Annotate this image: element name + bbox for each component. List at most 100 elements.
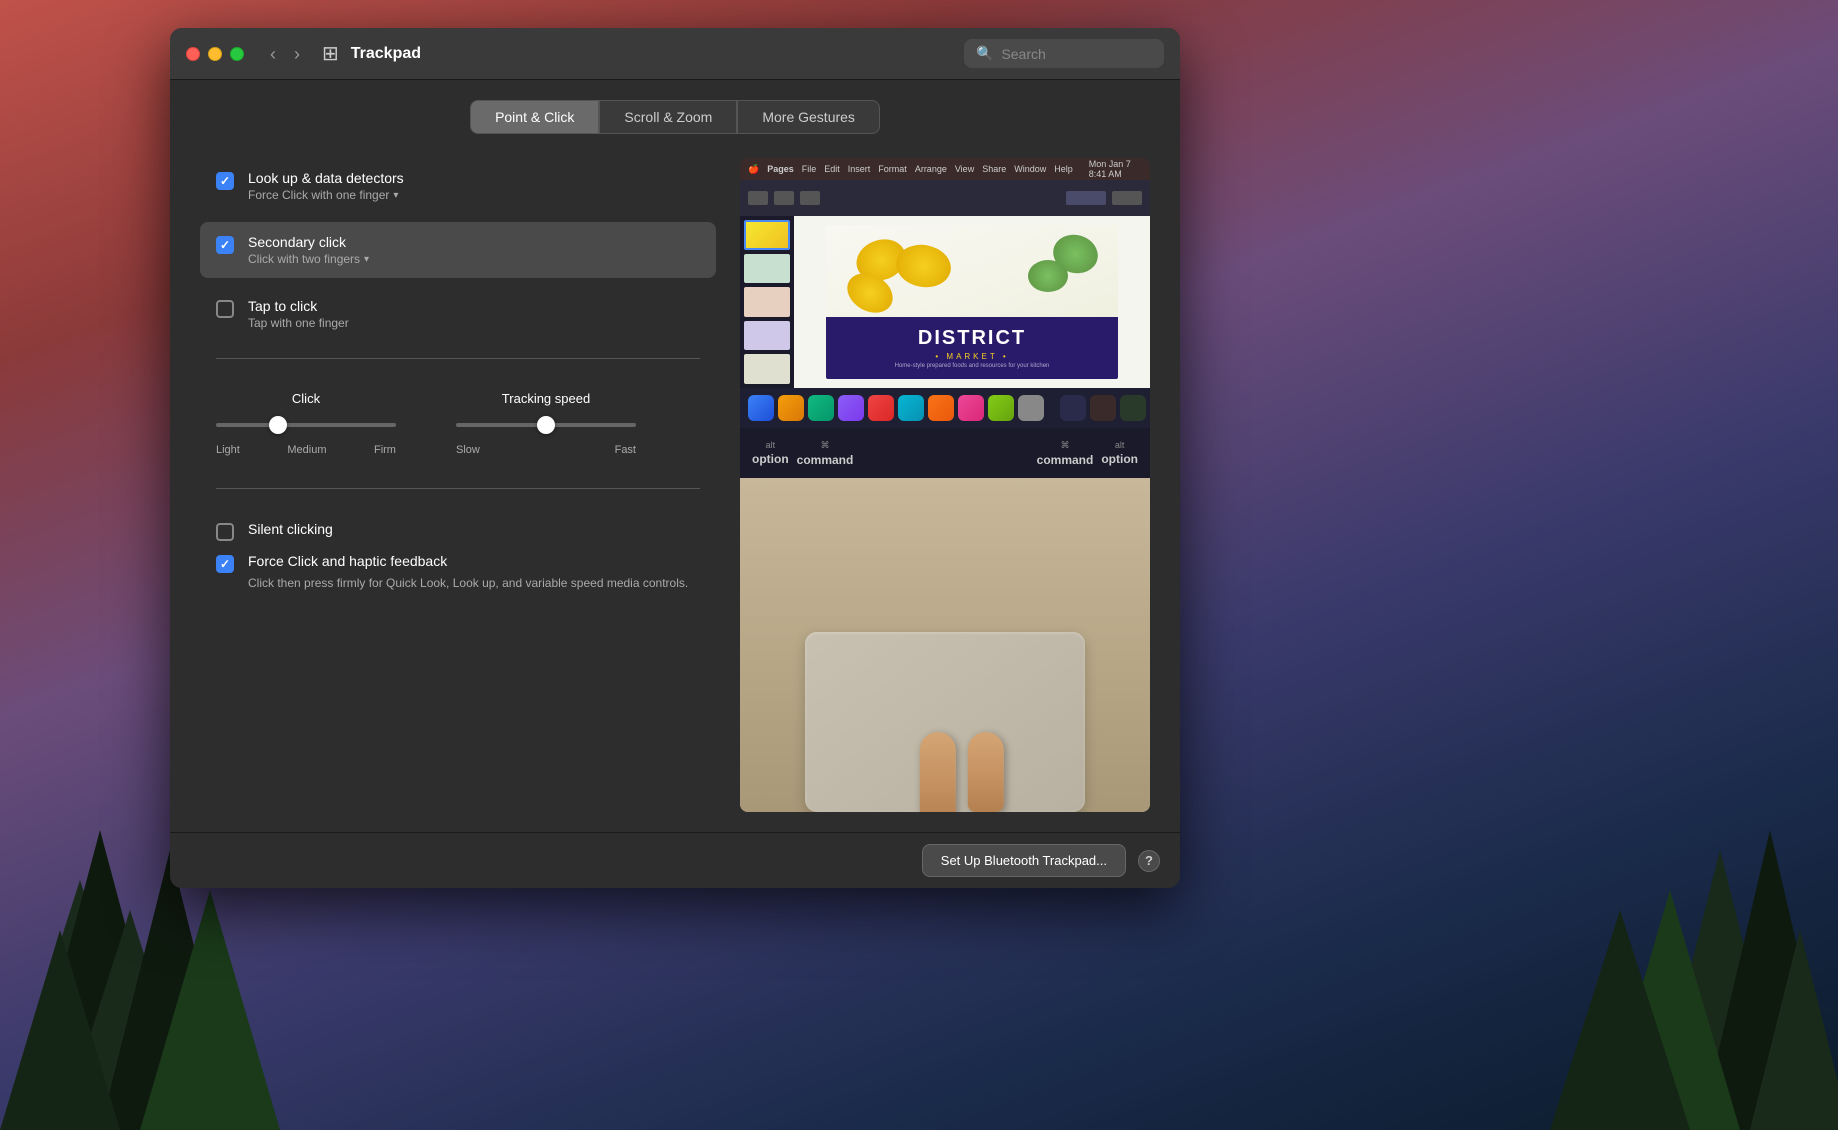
- secondary-click-checkbox[interactable]: [216, 236, 234, 254]
- preview-dock: [740, 388, 1150, 428]
- bottom-settings: Silent clicking Force Click and haptic f…: [200, 505, 716, 608]
- key-alt-right-bottom: option: [1101, 452, 1138, 466]
- silent-clicking-label: Silent clicking: [248, 521, 333, 537]
- poster-title: DISTRICT: [918, 327, 1026, 350]
- preview-main: DISTRICT • MARKET • Home-style prepared …: [794, 216, 1150, 388]
- key-cmd-left-top: ⌘: [821, 440, 830, 451]
- dock-icon-8: [958, 395, 984, 421]
- main-layout: Look up & data detectors Force Click wit…: [200, 158, 1150, 812]
- tab-point-click[interactable]: Point & Click: [470, 100, 599, 134]
- divider-1: [216, 358, 700, 359]
- nav-buttons: ‹ ›: [264, 43, 306, 65]
- setup-bluetooth-button[interactable]: Set Up Bluetooth Trackpad...: [922, 844, 1126, 877]
- force-click-checkbox[interactable]: [216, 555, 234, 573]
- settings-panel: Look up & data detectors Force Click wit…: [200, 158, 716, 812]
- search-icon: 🔍: [976, 45, 993, 62]
- poster-image: [826, 225, 1118, 326]
- preview-screen-area: 🍎 Pages File Edit Insert Format Arrange …: [740, 158, 1150, 428]
- search-bar[interactable]: 🔍: [964, 39, 1164, 68]
- tap-click-checkbox[interactable]: [216, 300, 234, 318]
- poster-bottom: DISTRICT • MARKET • Home-style prepared …: [826, 317, 1118, 379]
- key-cmd-left: ⌘ command: [797, 440, 854, 467]
- click-label-light: Light: [216, 444, 240, 456]
- force-click-text: Force Click and haptic feedback Click th…: [248, 553, 688, 592]
- preview-menu-edit: Edit: [824, 164, 840, 174]
- click-slider-labels: Light Medium Firm: [216, 444, 396, 456]
- help-button[interactable]: ?: [1138, 850, 1160, 872]
- preview-menu-pages: Pages: [767, 164, 794, 174]
- toolbar-share-btn: [1112, 191, 1142, 205]
- preview-thumb-1: [744, 220, 790, 250]
- secondary-click-text: Secondary click Click with two fingers ▾: [248, 234, 369, 266]
- preview-toolbar: [740, 180, 1150, 216]
- tap-click-label: Tap to click: [248, 298, 349, 314]
- preview-body: DISTRICT • MARKET • Home-style prepared …: [740, 216, 1150, 388]
- forward-button[interactable]: ›: [288, 43, 306, 65]
- preview-screen: 🍎 Pages File Edit Insert Format Arrange …: [740, 158, 1150, 428]
- poster-subtitle: • MARKET •: [935, 352, 1008, 361]
- key-cmd-right: ⌘ command: [1037, 440, 1094, 467]
- lookup-text: Look up & data detectors Force Click wit…: [248, 170, 404, 202]
- dock-icon-4: [838, 395, 864, 421]
- silent-clicking-text: Silent clicking: [248, 521, 333, 537]
- dock-icon-1: [748, 395, 774, 421]
- back-button[interactable]: ‹: [264, 43, 282, 65]
- lookup-checkbox[interactable]: [216, 172, 234, 190]
- maximize-button[interactable]: [230, 47, 244, 61]
- tap-click-setting[interactable]: Tap to click Tap with one finger: [200, 286, 716, 342]
- dock-icon-7: [928, 395, 954, 421]
- lookup-setting[interactable]: Look up & data detectors Force Click wit…: [200, 158, 716, 214]
- preview-menu-help: Help: [1054, 164, 1073, 174]
- window-footer: Set Up Bluetooth Trackpad... ?: [170, 832, 1180, 888]
- window-title: Trackpad: [351, 45, 952, 63]
- toolbar-btn-1: [748, 191, 768, 205]
- click-slider-group: Click Light Medium Firm: [216, 391, 396, 456]
- lookup-sublabel: Force Click with one finger ▾: [248, 188, 404, 202]
- toolbar-btn-2: [774, 191, 794, 205]
- silent-clicking-checkbox[interactable]: [216, 523, 234, 541]
- minimize-button[interactable]: [208, 47, 222, 61]
- dock-icon-2: [778, 395, 804, 421]
- preview-menu-apple: 🍎: [748, 164, 759, 175]
- key-cmd-right-bottom: command: [1037, 453, 1094, 467]
- preview-time: Mon Jan 7 8:41 AM: [1089, 159, 1142, 179]
- dock-icon-10: [1018, 395, 1044, 421]
- preview-thumb-5: [744, 354, 790, 384]
- preview-menu-arrange: Arrange: [915, 164, 947, 174]
- click-label-medium: Medium: [287, 444, 326, 456]
- tabs: Point & Click Scroll & Zoom More Gesture…: [200, 100, 1150, 134]
- lookup-label: Look up & data detectors: [248, 170, 404, 186]
- preview-sidebar: [740, 216, 794, 388]
- sliders-section: Click Light Medium Firm Tracking speed: [200, 375, 716, 472]
- poster: DISTRICT • MARKET • Home-style prepared …: [826, 225, 1118, 380]
- search-input[interactable]: [1001, 46, 1141, 62]
- key-alt-right: alt option: [1101, 440, 1138, 466]
- preview-menu-share: Share: [982, 164, 1006, 174]
- click-label-firm: Firm: [374, 444, 396, 456]
- finger-left: [920, 732, 956, 812]
- tracking-slider[interactable]: [456, 423, 636, 427]
- apps-grid-icon[interactable]: ⊞: [322, 41, 339, 66]
- silent-clicking-setting[interactable]: Silent clicking: [216, 521, 700, 541]
- key-cmd-left-bottom: command: [797, 453, 854, 467]
- content-area: Point & Click Scroll & Zoom More Gesture…: [170, 80, 1180, 832]
- click-slider-container: [216, 414, 396, 432]
- dock-icon-6: [898, 395, 924, 421]
- tracking-label-slow: Slow: [456, 444, 480, 456]
- force-click-setting[interactable]: Force Click and haptic feedback Click th…: [216, 553, 700, 592]
- close-button[interactable]: [186, 47, 200, 61]
- lime-2: [1028, 260, 1068, 292]
- click-slider-title: Click: [216, 391, 396, 406]
- poster-tagline: Home-style prepared foods and resources …: [895, 363, 1050, 369]
- secondary-click-setting[interactable]: Secondary click Click with two fingers ▾: [200, 222, 716, 278]
- click-slider[interactable]: [216, 423, 396, 427]
- preview-panel: 🍎 Pages File Edit Insert Format Arrange …: [740, 158, 1150, 812]
- tab-more-gestures[interactable]: More Gestures: [737, 100, 880, 134]
- tracking-slider-labels: Slow Fast: [456, 444, 636, 456]
- hand-on-trackpad: [920, 732, 1004, 812]
- preview-menu-insert: Insert: [848, 164, 871, 174]
- secondary-click-dropdown-arrow: ▾: [364, 254, 369, 265]
- tab-scroll-zoom[interactable]: Scroll & Zoom: [599, 100, 737, 134]
- key-alt-left-bottom: option: [752, 452, 789, 466]
- secondary-click-label: Secondary click: [248, 234, 369, 250]
